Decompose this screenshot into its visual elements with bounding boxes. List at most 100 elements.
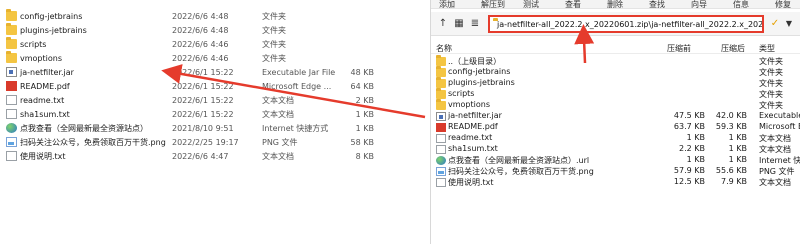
archive-file-type: Microsoft E <box>759 122 800 131</box>
file-name: 点我查看（全网最新最全资源站点） <box>20 123 148 133</box>
archive-row[interactable]: readme.txt 1 KB 1 KB 文本文档 <box>431 133 800 143</box>
file-name: README.pdf <box>20 81 70 91</box>
file-type: Internet 快捷方式 <box>262 123 329 133</box>
file-type: 文本文档 <box>262 109 294 119</box>
file-date: 2022/6/1 15:22 <box>172 67 234 77</box>
archive-row[interactable]: 扫码关注公众号，免费领取百万干货.png 57.9 KB 55.6 KB PNG 文件 <box>431 166 800 176</box>
png-icon <box>436 167 446 176</box>
text-file-icon <box>6 109 17 119</box>
folder-icon <box>436 99 446 110</box>
archive-icon[interactable]: ▦ <box>453 17 465 30</box>
text-file-icon <box>436 134 446 143</box>
file-type: 文件夹 <box>262 53 286 63</box>
file-row[interactable]: vmoptions 2022/6/6 4:46 文件夹 <box>0 51 420 64</box>
archive-file-type: 文件夹 <box>759 101 783 110</box>
archive-row[interactable]: 使用说明.txt 12.5 KB 7.9 KB 文本文档 <box>431 177 800 187</box>
file-size: 58 KB <box>350 137 374 147</box>
folder-icon <box>6 23 17 35</box>
archive-file-name: sha1sum.txt <box>448 144 498 153</box>
archive-row[interactable]: ..（上级目录） 文件夹 <box>431 55 800 66</box>
toolbar-button[interactable]: 删除 <box>607 0 623 10</box>
header-name[interactable]: 名称 <box>436 43 452 54</box>
file-date: 2022/6/1 15:22 <box>172 109 234 119</box>
file-row[interactable]: 使用说明.txt 2022/6/6 4:47 文本文档 8 KB <box>0 150 420 162</box>
archive-file-packed: 55.6 KB <box>715 166 747 175</box>
up-arrow-icon[interactable]: ↑ <box>437 17 449 30</box>
archive-viewer: 添加 解压到 测试 查看 删除 查找 向导 信息 修复 ↑ ▦ ≣ ja-netfilter-a… <box>430 0 800 244</box>
text-file-icon <box>6 151 17 161</box>
header-size[interactable]: 压缩前 <box>667 43 691 54</box>
toolbar-button[interactable]: 解压到 <box>481 0 505 10</box>
file-size: 1 KB <box>355 123 374 133</box>
toolbar-button[interactable]: 添加 <box>439 0 455 10</box>
archive-row[interactable]: 点我查看（全网最新最全资源站点）.url 1 KB 1 KB Internet 快 <box>431 155 800 165</box>
address-path: ja-netfilter-all_2022.2.x_20220601.zip\j… <box>497 19 764 29</box>
file-name: plugins-jetbrains <box>20 25 87 35</box>
folder-icon <box>6 51 17 63</box>
toolbar-button[interactable]: 向导 <box>691 0 707 10</box>
archive-file-type: 文件夹 <box>759 57 783 66</box>
toolbar-button[interactable]: 测试 <box>523 0 539 10</box>
toolbar-button[interactable]: 查看 <box>565 0 581 10</box>
file-type: PNG 文件 <box>262 137 298 147</box>
archive-file-name: vmoptions <box>448 100 490 109</box>
file-row[interactable]: plugins-jetbrains 2022/6/6 4:48 文件夹 <box>0 23 420 36</box>
file-date: 2022/6/6 4:46 <box>172 53 229 63</box>
file-date: 2022/6/6 4:48 <box>172 25 229 35</box>
file-date: 2022/6/6 4:48 <box>172 11 229 21</box>
pdf-icon <box>6 81 17 91</box>
file-type: 文本文档 <box>262 151 294 161</box>
list-view-icon[interactable]: ≣ <box>469 17 481 30</box>
archive-file-size: 63.7 KB <box>673 122 705 131</box>
archive-file-size: 1 KB <box>686 133 705 142</box>
toolbar-button[interactable]: 查找 <box>649 0 665 10</box>
file-row[interactable]: ja-netfilter.jar 2022/6/1 15:22 Executable… <box>0 66 420 78</box>
archive-file-name: scripts <box>448 89 475 98</box>
archive-file-type: 文本文档 <box>759 178 791 187</box>
file-type: Executable Jar File <box>262 67 336 77</box>
text-file-icon <box>6 95 17 105</box>
address-bar[interactable]: ja-netfilter-all_2022.2.x_20220601.zip\j… <box>488 15 764 33</box>
file-size: 64 KB <box>350 81 374 91</box>
text-file-icon <box>436 178 446 187</box>
archive-file-type: 文本文档 <box>759 134 791 143</box>
file-name: vmoptions <box>20 53 62 63</box>
archive-file-packed: 42.0 KB <box>715 111 747 120</box>
file-row[interactable]: sha1sum.txt 2022/6/1 15:22 文本文档 1 KB <box>0 108 420 120</box>
file-size: 48 KB <box>350 67 374 77</box>
archive-file-size: 2.2 KB <box>679 144 705 153</box>
file-row[interactable]: readme.txt 2022/6/1 15:22 文本文档 2 KB <box>0 94 420 106</box>
archive-file-size: 12.5 KB <box>673 177 705 186</box>
file-row[interactable]: scripts 2022/6/6 4:46 文件夹 <box>0 37 420 50</box>
file-row[interactable]: config-jetbrains 2022/6/6 4:48 文件夹 <box>0 9 420 22</box>
file-row[interactable]: 扫码关注公众号，免费领取百万干货.png 2022/2/25 19:17 PNG 文… <box>0 136 420 148</box>
file-type: 文件夹 <box>262 39 286 49</box>
archive-row[interactable]: ja-netfilter.jar 47.5 KB 42.0 KB Executable <box>431 111 800 121</box>
archive-file-name: readme.txt <box>448 133 493 142</box>
checkmark-icon[interactable]: ✓ <box>769 17 781 30</box>
toolbar-button[interactable]: 修复 <box>775 0 791 10</box>
header-packed[interactable]: 压缩后 <box>721 43 745 54</box>
folder-icon <box>6 37 17 49</box>
file-row[interactable]: 点我查看（全网最新最全资源站点） 2021/8/10 9:51 Internet 快… <box>0 122 420 134</box>
file-name: sha1sum.txt <box>20 109 70 119</box>
archive-file-name: plugins-jetbrains <box>448 78 515 87</box>
archive-row[interactable]: scripts 文件夹 <box>431 88 800 99</box>
file-size: 8 KB <box>355 151 374 161</box>
toolbar-button[interactable]: 信息 <box>733 0 749 10</box>
archive-row[interactable]: plugins-jetbrains 文件夹 <box>431 77 800 88</box>
header-type[interactable]: 类型 <box>759 43 775 54</box>
file-type: 文件夹 <box>262 11 286 21</box>
file-date: 2022/6/6 4:46 <box>172 39 229 49</box>
archive-row[interactable]: config-jetbrains 文件夹 <box>431 66 800 77</box>
archive-row[interactable]: README.pdf 63.7 KB 59.3 KB Microsoft E <box>431 122 800 132</box>
archive-file-type: 文件夹 <box>759 79 783 88</box>
archive-row[interactable]: vmoptions 文件夹 <box>431 99 800 110</box>
chevron-down-icon[interactable]: ▼ <box>783 17 795 30</box>
archive-file-packed: 59.3 KB <box>715 122 747 131</box>
file-name: ja-netfilter.jar <box>20 67 74 77</box>
file-size: 2 KB <box>355 95 374 105</box>
file-row[interactable]: README.pdf 2022/6/1 15:22 Microsoft Edge .… <box>0 80 420 92</box>
archive-file-packed: 7.9 KB <box>721 177 747 186</box>
archive-row[interactable]: sha1sum.txt 2.2 KB 1 KB 文本文档 <box>431 144 800 154</box>
